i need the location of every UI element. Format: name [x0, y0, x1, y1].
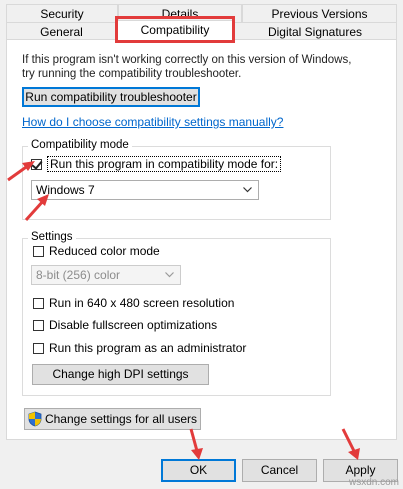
ok-button[interactable]: OK: [161, 459, 236, 482]
compat-mode-checkbox[interactable]: [31, 158, 42, 170]
tab-compatibility[interactable]: Compatibility: [117, 20, 233, 41]
resolution-label: Run in 640 x 480 screen resolution: [49, 296, 235, 310]
reduced-color-checkbox-row[interactable]: Reduced color mode: [33, 243, 160, 259]
uac-shield-icon: [28, 411, 42, 427]
intro-text: If this program isn't working correctly …: [22, 54, 352, 80]
tab-previous-versions[interactable]: Previous Versions: [242, 4, 397, 23]
change-all-users-button[interactable]: Change settings for all users: [24, 408, 201, 430]
reduced-color-checkbox[interactable]: [33, 245, 44, 257]
compat-mode-label: Run this program in compatibility mode f…: [47, 156, 282, 172]
change-dpi-button[interactable]: Change high DPI settings: [32, 364, 209, 385]
fullscreen-checkbox-row[interactable]: Disable fullscreen optimizations: [33, 317, 217, 333]
settings-legend: Settings: [28, 231, 76, 243]
watermark: wsxdn.com: [348, 477, 399, 488]
tab-security[interactable]: Security: [6, 4, 118, 23]
fullscreen-label: Disable fullscreen optimizations: [49, 318, 218, 332]
change-all-users-label: Change settings for all users: [44, 412, 198, 426]
reduced-color-label: Reduced color mode: [49, 244, 160, 258]
manual-settings-link[interactable]: How do I choose compatibility settings m…: [22, 115, 283, 129]
chevron-down-icon: [243, 181, 252, 199]
compatibility-mode-legend: Compatibility mode: [28, 139, 132, 151]
admin-checkbox-row[interactable]: Run this program as an administrator: [33, 340, 246, 356]
fullscreen-checkbox[interactable]: [33, 319, 44, 331]
resolution-checkbox[interactable]: [33, 297, 44, 309]
color-depth-select[interactable]: 8-bit (256) color: [31, 265, 181, 285]
cancel-button[interactable]: Cancel: [242, 459, 317, 482]
compat-mode-checkbox-row[interactable]: Run this program in compatibility mode f…: [31, 156, 282, 172]
admin-checkbox[interactable]: [33, 342, 44, 354]
color-depth-value: 8-bit (256) color: [36, 268, 121, 282]
os-select-value: Windows 7: [36, 183, 95, 197]
os-select[interactable]: Windows 7: [31, 180, 259, 200]
run-troubleshooter-button[interactable]: Run compatibility troubleshooter: [22, 87, 200, 107]
resolution-checkbox-row[interactable]: Run in 640 x 480 screen resolution: [33, 295, 234, 311]
chevron-down-icon: [165, 266, 174, 284]
admin-label: Run this program as an administrator: [49, 341, 247, 355]
